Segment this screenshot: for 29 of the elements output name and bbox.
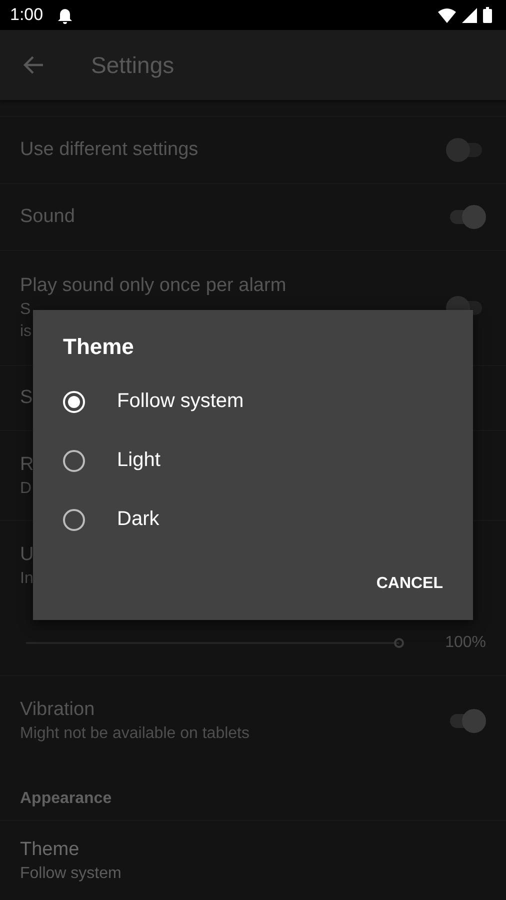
setting-subtitle: In [20, 570, 34, 588]
wifi-icon [438, 8, 456, 22]
setting-title: Use different settings [20, 139, 198, 161]
setting-subtitle: S [20, 301, 31, 319]
setting-title: Theme [20, 838, 80, 860]
battery-icon [483, 7, 492, 23]
setting-subtitle: Might not be available on tablets [20, 724, 250, 742]
section-header: Appearance [20, 790, 112, 808]
option-label[interactable]: Light [117, 449, 160, 472]
volume-reading: 100% [445, 634, 486, 652]
setting-subtitle: D [20, 480, 32, 498]
setting-title: R [20, 454, 34, 476]
setting-title: Vibration [20, 698, 95, 720]
screen-title: Settings [91, 52, 174, 78]
setting-title: S [20, 387, 33, 409]
setting-title: Play sound only once per alarm [20, 275, 286, 297]
setting-subtitle: is [20, 323, 32, 341]
clock-time: 1:00 [10, 5, 44, 25]
bell-icon [57, 6, 74, 24]
dialog-title: Theme [63, 334, 134, 360]
option-label[interactable]: Follow system [117, 390, 244, 413]
radio-button[interactable] [63, 508, 85, 530]
setting-title: U [20, 544, 34, 566]
option-label[interactable]: Dark [117, 508, 160, 531]
setting-title: Sound [20, 206, 75, 228]
radio-button[interactable] [63, 450, 85, 472]
setting-subtitle: Follow system [20, 864, 122, 882]
cancel-button[interactable]: CANCEL [368, 567, 451, 601]
signal-icon [462, 8, 477, 22]
